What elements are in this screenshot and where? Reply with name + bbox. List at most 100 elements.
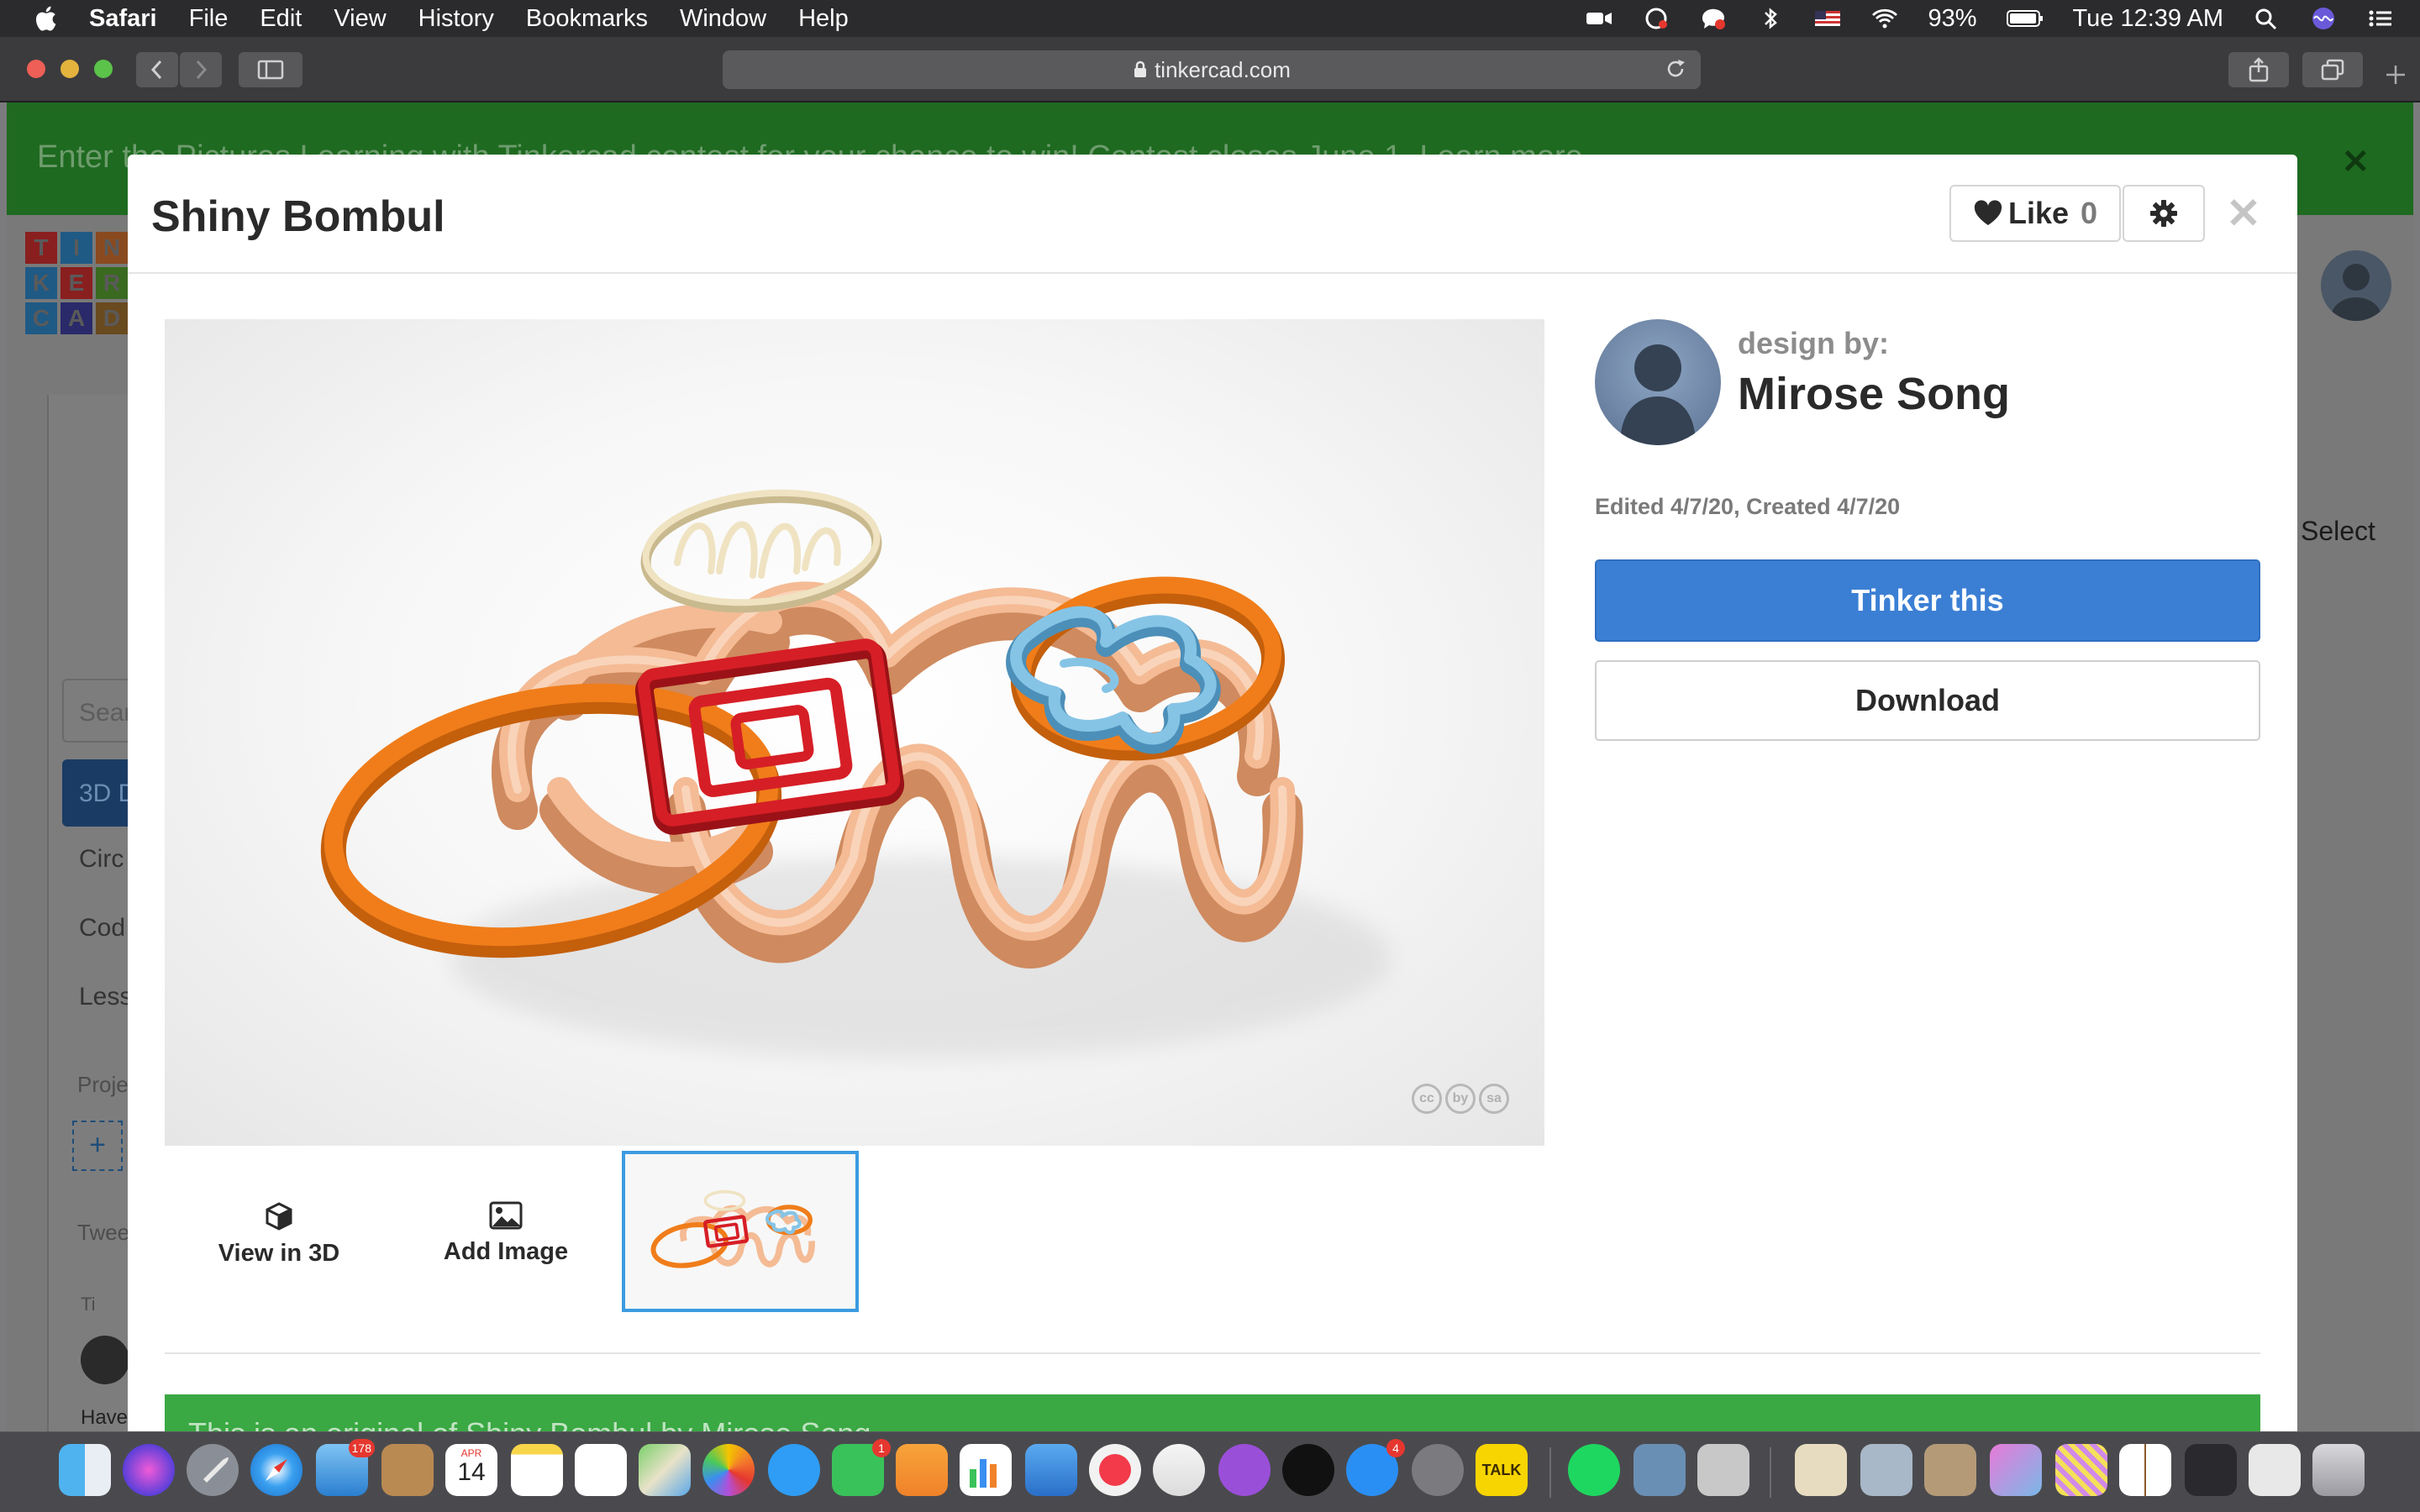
preview-icon[interactable]: [1634, 1444, 1686, 1496]
trash-icon[interactable]: [2312, 1444, 2365, 1496]
creative-commons-badge[interactable]: cc by sa: [1412, 1084, 1509, 1114]
menu-history[interactable]: History: [418, 5, 494, 33]
download-button[interactable]: Download: [1595, 660, 2260, 741]
menu-file[interactable]: File: [189, 5, 229, 33]
tab-overview-button[interactable]: [2302, 52, 2363, 87]
notes-icon[interactable]: [511, 1444, 563, 1496]
select-label[interactable]: Select: [2301, 516, 2375, 547]
tinkercad-logo[interactable]: T I N K E R C A D: [25, 232, 128, 334]
like-button[interactable]: Like 0: [1949, 185, 2121, 242]
logo-letter: R: [96, 267, 128, 299]
calendar-icon[interactable]: APR 14: [445, 1444, 497, 1496]
video-camera-icon[interactable]: [1585, 6, 1613, 31]
reminders-icon[interactable]: [575, 1444, 627, 1496]
spotlight-search-icon[interactable]: [2252, 6, 2281, 31]
thumbnail-render: [650, 1189, 815, 1268]
design-thumbnail[interactable]: [622, 1151, 859, 1312]
recent-document-icon[interactable]: [1860, 1444, 1912, 1496]
spotify-icon[interactable]: [1568, 1444, 1620, 1496]
sidebar-item-circuits[interactable]: Circ: [79, 845, 124, 874]
notification-app-icon[interactable]: [1699, 6, 1728, 31]
us-flag-icon[interactable]: [1813, 6, 1842, 31]
back-button[interactable]: [136, 52, 178, 87]
menu-view[interactable]: View: [334, 5, 386, 33]
designer-name-link[interactable]: Mirose Song: [1738, 368, 2010, 420]
close-modal-icon[interactable]: ✕: [2225, 192, 2262, 234]
finder-icon[interactable]: [59, 1444, 111, 1496]
new-tab-icon[interactable]: [2383, 62, 2408, 87]
design-title: Shiny Bombul: [151, 192, 445, 241]
siri-icon[interactable]: [2309, 6, 2338, 31]
address-bar[interactable]: tinkercad.com: [723, 50, 1701, 89]
recent-document-icon[interactable]: [1924, 1444, 1976, 1496]
tv-icon[interactable]: [1282, 1444, 1334, 1496]
sidebar-tweets-label: Twee: [77, 1220, 130, 1245]
safari-icon[interactable]: [250, 1444, 302, 1496]
lock-icon: [1134, 60, 1147, 77]
wifi-icon[interactable]: [1870, 6, 1899, 31]
keynote-icon[interactable]: [1025, 1444, 1077, 1496]
numbers-icon[interactable]: [960, 1444, 1012, 1496]
app-store-icon[interactable]: 4: [1346, 1439, 1405, 1496]
zoom-window-button[interactable]: [94, 60, 113, 78]
add-image-button[interactable]: Add Image: [405, 1201, 607, 1266]
pages-icon[interactable]: [896, 1444, 948, 1496]
battery-icon[interactable]: [2006, 6, 2044, 31]
recent-document-icon[interactable]: [2249, 1444, 2301, 1496]
original-credit-banner: This is an original of Shiny Bombul by M…: [165, 1394, 2260, 1431]
music-icon[interactable]: [1153, 1444, 1205, 1496]
notification-center-icon[interactable]: [2366, 6, 2395, 31]
gear-icon: [2150, 200, 2177, 227]
facetime-icon[interactable]: 1: [832, 1439, 891, 1496]
system-preferences-icon[interactable]: [1412, 1444, 1464, 1496]
forward-button[interactable]: [180, 52, 222, 87]
sidebar-item-lessons[interactable]: Less: [79, 983, 132, 1011]
reload-icon[interactable]: [1664, 57, 1687, 81]
messages-icon[interactable]: [768, 1444, 820, 1496]
macos-dock: 178 APR 14 1 4 TALK: [0, 1431, 2420, 1512]
sidebar-toggle-button[interactable]: [239, 52, 302, 87]
maps-icon[interactable]: [639, 1444, 691, 1496]
menu-clock[interactable]: Tue 12:39 AM: [2073, 5, 2223, 33]
recent-document-icon[interactable]: [1990, 1444, 2042, 1496]
minimize-window-button[interactable]: [60, 60, 79, 78]
apple-icon[interactable]: [32, 3, 62, 34]
design-by-label: design by:: [1738, 326, 1890, 360]
contacts-icon[interactable]: [381, 1444, 434, 1496]
tweet-handle: Ti: [81, 1294, 96, 1315]
tinker-this-button[interactable]: Tinker this: [1595, 559, 2260, 642]
launchpad-icon[interactable]: [187, 1444, 239, 1496]
bluetooth-icon[interactable]: [1756, 6, 1785, 31]
image-capture-icon[interactable]: [1697, 1444, 1749, 1496]
siri-icon[interactable]: [123, 1444, 175, 1496]
banner-close-icon[interactable]: ✕: [2341, 143, 2370, 181]
logo-letter: N: [96, 232, 128, 264]
new-project-button[interactable]: +: [72, 1121, 123, 1171]
menu-edit[interactable]: Edit: [260, 5, 302, 33]
design-preview-image[interactable]: cc by sa: [165, 319, 1544, 1146]
news-icon[interactable]: [1089, 1444, 1141, 1496]
menu-window[interactable]: Window: [680, 5, 766, 33]
designer-avatar[interactable]: [1595, 319, 1721, 445]
recent-document-icon[interactable]: [2055, 1444, 2107, 1496]
photos-icon[interactable]: [702, 1444, 755, 1496]
close-window-button[interactable]: [27, 60, 45, 78]
user-avatar[interactable]: [2321, 250, 2391, 321]
mail-icon[interactable]: 178: [316, 1439, 375, 1496]
sidebar-item-codeblocks[interactable]: Cod: [79, 914, 125, 942]
dock-separator: [1549, 1447, 1551, 1498]
recent-document-icon[interactable]: [2119, 1444, 2171, 1496]
logo-letter: A: [60, 302, 92, 334]
creative-cloud-icon[interactable]: [1642, 6, 1670, 31]
kakaotalk-icon[interactable]: TALK: [1476, 1444, 1528, 1496]
menu-safari[interactable]: Safari: [89, 5, 157, 33]
view-in-3d-button[interactable]: View in 3D: [178, 1201, 380, 1268]
share-button[interactable]: [2228, 52, 2289, 87]
battery-percent: 93%: [1928, 4, 1977, 32]
podcasts-icon[interactable]: [1218, 1444, 1270, 1496]
menu-help[interactable]: Help: [798, 5, 849, 33]
settings-button[interactable]: [2123, 185, 2205, 242]
recent-document-icon[interactable]: [2185, 1444, 2237, 1496]
menu-bookmarks[interactable]: Bookmarks: [526, 5, 648, 33]
recent-document-icon[interactable]: [1795, 1444, 1847, 1496]
